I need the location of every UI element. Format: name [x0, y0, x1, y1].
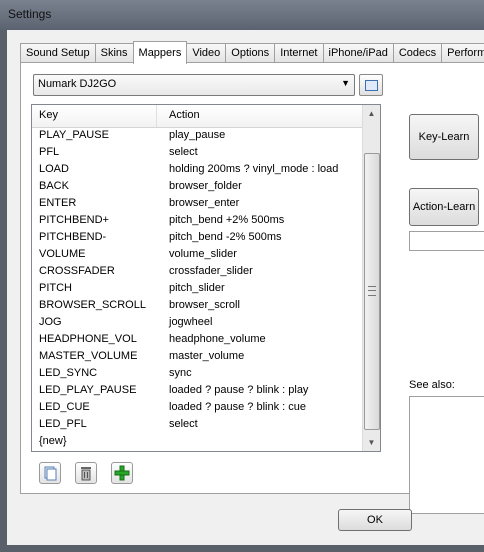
table-row[interactable]: PITCH pitch_slider: [32, 280, 362, 297]
device-select[interactable]: Numark DJ2GO ▼: [33, 74, 355, 96]
row-action: pitch_bend +2% 500ms: [169, 214, 285, 226]
mappers-panel: Numark DJ2GO ▼ Key Action PLAY_PAUSE play…: [20, 62, 484, 514]
row-key: LED_PLAY_PAUSE: [39, 384, 137, 396]
copy-icon: [44, 466, 57, 481]
green-plus-icon: [114, 465, 130, 481]
column-header-key[interactable]: Key: [39, 109, 58, 121]
row-action: pitch_bend -2% 500ms: [169, 231, 282, 243]
see-also-label: See also:: [409, 379, 455, 391]
tab-options[interactable]: Options: [225, 43, 276, 63]
window-title: Settings: [8, 7, 52, 21]
mapping-table: Key Action PLAY_PAUSE play_pause PFL select…: [31, 104, 381, 452]
row-key: JOG: [39, 316, 62, 328]
tab-iphone-ipad[interactable]: iPhone/iPad: [322, 43, 394, 63]
table-row[interactable]: VOLUME volume_slider: [32, 246, 362, 263]
scroll-down-icon[interactable]: ▼: [363, 434, 380, 451]
table-row[interactable]: ENTER browser_enter: [32, 195, 362, 212]
table-row[interactable]: BACK browser_folder: [32, 178, 362, 195]
row-key: LED_CUE: [39, 401, 90, 413]
tab-mappers[interactable]: Mappers: [132, 41, 188, 64]
row-action: jogwheel: [169, 316, 213, 328]
tab-strip: Sound Setup Skins Mappers Video Options Inter…: [20, 40, 484, 64]
action-learn-button[interactable]: Action-Learn: [409, 188, 479, 226]
row-action: holding 200ms ? vinyl_mode : load: [169, 163, 339, 175]
table-row[interactable]: LED_CUE loaded ? pause ? blink : cue: [32, 399, 362, 416]
row-key: CROSSFADER: [39, 265, 115, 277]
edit-mapping-button[interactable]: [359, 74, 383, 96]
device-select-value: Numark DJ2GO: [38, 78, 117, 90]
tab-codecs[interactable]: Codecs: [392, 43, 443, 63]
row-action: pitch_slider: [169, 282, 225, 294]
row-action: crossfader_slider: [169, 265, 253, 277]
add-button[interactable]: [111, 462, 133, 484]
row-key: {new}: [39, 435, 67, 447]
row-key: PLAY_PAUSE: [39, 129, 109, 141]
row-action: headphone_volume: [169, 333, 266, 345]
row-key: PITCHBEND-: [39, 231, 107, 243]
table-row[interactable]: LED_PLAY_PAUSE loaded ? pause ? blink : p…: [32, 382, 362, 399]
tab-skins[interactable]: Skins: [94, 43, 134, 63]
row-key: MASTER_VOLUME: [39, 350, 138, 362]
row-key: LOAD: [39, 163, 69, 175]
tab-perform[interactable]: Perform: [441, 43, 484, 63]
table-row[interactable]: {new}: [32, 433, 362, 450]
table-row[interactable]: LED_PFL select: [32, 416, 362, 433]
delete-button[interactable]: [75, 462, 97, 484]
scroll-thumb[interactable]: [364, 153, 380, 430]
row-key: PITCHBEND+: [39, 214, 109, 226]
table-row[interactable]: LOAD holding 200ms ? vinyl_mode : load: [32, 161, 362, 178]
tab-video[interactable]: Video: [186, 43, 227, 63]
table-row[interactable]: HEADPHONE_VOL headphone_volume: [32, 331, 362, 348]
see-also-box[interactable]: [409, 396, 484, 514]
row-action: select: [169, 418, 198, 430]
vertical-scrollbar[interactable]: ▲ ▼: [362, 105, 380, 451]
row-key: LED_PFL: [39, 418, 87, 430]
row-action: browser_folder: [169, 180, 242, 192]
trash-icon: [81, 467, 91, 481]
list-icon: [365, 80, 378, 91]
table-row[interactable]: PITCHBEND+ pitch_bend +2% 500ms: [32, 212, 362, 229]
row-key: ENTER: [39, 197, 77, 209]
row-action: browser_enter: [169, 197, 240, 209]
table-row[interactable]: PFL select: [32, 144, 362, 161]
row-key: BACK: [39, 180, 69, 192]
row-action: loaded ? pause ? blink : play: [169, 384, 309, 396]
table-row[interactable]: PLAY_PAUSE play_pause: [32, 127, 362, 144]
row-key: PFL: [39, 146, 60, 158]
action-input[interactable]: [409, 231, 484, 251]
table-row[interactable]: JOG jogwheel: [32, 314, 362, 331]
row-action: master_volume: [169, 350, 245, 362]
title-bar: Settings: [0, 0, 484, 30]
table-row[interactable]: CROSSFADER crossfader_slider: [32, 263, 362, 280]
row-key: HEADPHONE_VOL: [39, 333, 137, 345]
settings-dialog: Sound Setup Skins Mappers Video Options Inter…: [7, 30, 484, 545]
row-key: BROWSER_SCROLL: [39, 299, 146, 311]
scroll-up-icon[interactable]: ▲: [363, 105, 380, 122]
chevron-down-icon: ▼: [341, 78, 350, 88]
row-key: VOLUME: [39, 248, 86, 260]
table-header: Key Action: [32, 105, 362, 128]
table-row[interactable]: LED_SYNC sync: [32, 365, 362, 382]
tab-internet[interactable]: Internet: [274, 43, 324, 63]
row-action: browser_scroll: [169, 299, 240, 311]
table-body: PLAY_PAUSE play_pause PFL select LOAD holding…: [32, 127, 362, 450]
tab-sound-setup[interactable]: Sound Setup: [20, 43, 96, 63]
row-action: select: [169, 146, 198, 158]
column-divider[interactable]: [156, 105, 157, 127]
grip-icon: [368, 286, 376, 296]
key-learn-button[interactable]: Key-Learn: [409, 114, 479, 160]
table-row[interactable]: PITCHBEND-pitch_bend -2% 500ms: [32, 229, 362, 246]
window-bottom-edge: [0, 545, 484, 552]
duplicate-button[interactable]: [39, 462, 61, 484]
table-row[interactable]: MASTER_VOLUME master_volume: [32, 348, 362, 365]
row-action: sync: [169, 367, 192, 379]
ok-button[interactable]: OK: [338, 509, 412, 531]
row-action: play_pause: [169, 129, 226, 141]
row-key: PITCH: [39, 282, 72, 294]
table-row[interactable]: BROWSER_SCROLL browser_scroll: [32, 297, 362, 314]
column-header-action[interactable]: Action: [169, 109, 200, 121]
row-action: volume_slider: [169, 248, 237, 260]
row-action: loaded ? pause ? blink : cue: [169, 401, 306, 413]
row-key: LED_SYNC: [39, 367, 98, 379]
